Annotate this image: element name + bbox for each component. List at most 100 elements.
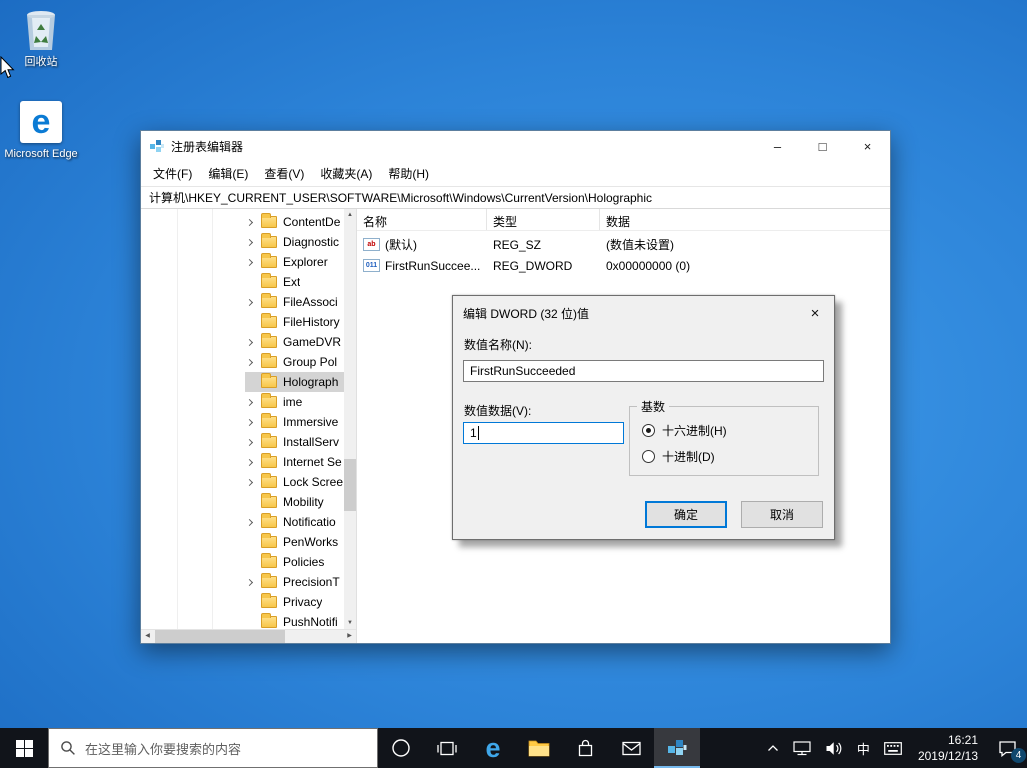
tree-item-ext[interactable]: Ext: [141, 272, 344, 292]
tree-item-label: InstallServ: [283, 435, 340, 449]
chevron-right-icon[interactable]: [245, 218, 254, 226]
action-center-button[interactable]: 4: [987, 728, 1027, 768]
input-language-indicator[interactable]: 中: [850, 728, 877, 768]
tree-item-fileassociations[interactable]: FileAssoci: [141, 292, 344, 312]
minimize-button[interactable]: –: [755, 131, 800, 161]
vertical-scrollbar-thumb[interactable]: [344, 459, 356, 511]
desktop-icon-edge[interactable]: e Microsoft Edge: [2, 100, 80, 161]
menu-file[interactable]: 文件(F): [145, 165, 200, 182]
task-view-icon: [437, 741, 457, 755]
registry-value-row[interactable]: 011 FirstRunSuccee... REG_DWORD 0x000000…: [357, 255, 890, 276]
column-header-name[interactable]: 名称: [357, 209, 487, 230]
menu-favorites[interactable]: 收藏夹(A): [312, 165, 380, 182]
tree-item-installservice[interactable]: InstallServ: [141, 432, 344, 452]
tree-item-ime[interactable]: ime: [141, 392, 344, 412]
tree-item-mobility[interactable]: Mobility: [141, 492, 344, 512]
ok-button[interactable]: 确定: [645, 501, 727, 528]
tree-item-filehistory[interactable]: FileHistory: [141, 312, 344, 332]
chevron-right-icon[interactable]: [245, 298, 254, 306]
column-header-type[interactable]: 类型: [487, 209, 600, 230]
tree-item-precisiontouchpad[interactable]: PrecisionT: [141, 572, 344, 592]
tree-item-immersiveshell[interactable]: Immersive: [141, 412, 344, 432]
tree-item-notifications[interactable]: Notificatio: [141, 512, 344, 532]
chevron-right-icon[interactable]: [245, 398, 254, 406]
scroll-right-arrow[interactable]: ▶: [343, 630, 356, 643]
tree-item-explorer[interactable]: Explorer: [141, 252, 344, 272]
file-explorer-taskbar-button[interactable]: [516, 728, 562, 768]
regedit-taskbar-button[interactable]: [654, 728, 700, 768]
radio-hex[interactable]: 十六进制(H): [630, 415, 818, 441]
tree-item-label: Holograph: [283, 375, 339, 389]
scroll-up-arrow[interactable]: ▲: [344, 209, 356, 221]
tray-overflow-button[interactable]: [760, 728, 786, 768]
tree-item-grouppolicy[interactable]: Group Pol: [141, 352, 344, 372]
chevron-right-icon[interactable]: [245, 258, 254, 266]
chevron-right-icon[interactable]: [245, 578, 254, 586]
touch-keyboard-button[interactable]: [877, 728, 909, 768]
scroll-down-arrow[interactable]: ▼: [344, 617, 356, 629]
tree-item-internetsettings[interactable]: Internet Se: [141, 452, 344, 472]
chevron-right-icon[interactable]: [245, 358, 254, 366]
dialog-buttons: 确定 取消: [645, 501, 823, 528]
chevron-right-icon[interactable]: [245, 438, 254, 446]
title-bar[interactable]: 注册表编辑器 – □ ×: [141, 131, 890, 161]
tree-item-lockscreen[interactable]: Lock Scree: [141, 472, 344, 492]
chevron-right-icon[interactable]: [245, 458, 254, 466]
dialog-close-button[interactable]: ×: [796, 296, 834, 330]
close-button[interactable]: ×: [845, 131, 890, 161]
dialog-body: 数值名称(N): FirstRunSucceeded 数值数据(V): 1 基数…: [453, 330, 834, 541]
tree-item-penworkspace[interactable]: PenWorks: [141, 532, 344, 552]
store-icon: [578, 739, 592, 756]
maximize-button[interactable]: □: [800, 131, 845, 161]
start-button[interactable]: [0, 728, 48, 768]
tree-item-contentdelivery[interactable]: ContentDe: [141, 212, 344, 232]
volume-button[interactable]: [818, 728, 850, 768]
regedit-app-icon: [149, 138, 165, 154]
taskbar-clock[interactable]: 16:21 2019/12/13: [909, 728, 987, 768]
mail-taskbar-button[interactable]: [608, 728, 654, 768]
chevron-right-icon[interactable]: [245, 518, 254, 526]
radio-button-icon[interactable]: [642, 450, 655, 463]
column-header-data[interactable]: 数据: [600, 209, 890, 230]
edge-taskbar-button[interactable]: e: [470, 728, 516, 768]
menu-edit[interactable]: 编辑(E): [200, 165, 256, 182]
store-taskbar-button[interactable]: [562, 728, 608, 768]
tree-item-policies[interactable]: Policies: [141, 552, 344, 572]
window-title: 注册表编辑器: [171, 139, 244, 154]
radio-dec[interactable]: 十进制(D): [630, 441, 818, 467]
scroll-left-arrow[interactable]: ◀: [141, 630, 154, 643]
recycle-bin-icon: [18, 8, 64, 52]
address-bar[interactable]: 计算机\HKEY_CURRENT_USER\SOFTWARE\Microsoft…: [141, 186, 890, 209]
cortana-button[interactable]: [378, 728, 424, 768]
tree-item-label: FileAssoci: [283, 295, 338, 309]
chevron-right-icon[interactable]: [245, 338, 254, 346]
tree-item-gamedvr[interactable]: GameDVR: [141, 332, 344, 352]
tree-item-label: Lock Scree: [283, 475, 344, 489]
menu-help[interactable]: 帮助(H): [380, 165, 437, 182]
chevron-right-icon[interactable]: [245, 478, 254, 486]
tree-item-label: Explorer: [283, 255, 328, 269]
chevron-right-icon[interactable]: [245, 238, 254, 246]
value-name-input[interactable]: FirstRunSucceeded: [463, 360, 824, 382]
dialog-title-bar[interactable]: 编辑 DWORD (32 位)值 ×: [453, 296, 834, 330]
taskbar-search-input[interactable]: 在这里输入你要搜索的内容: [48, 728, 378, 768]
mail-icon: [621, 741, 641, 755]
tree-vertical-scrollbar[interactable]: ▲ ▼: [344, 209, 356, 629]
tree-horizontal-scrollbar[interactable]: ◀ ▶: [141, 629, 356, 643]
tree-item-privacy[interactable]: Privacy: [141, 592, 344, 612]
menu-view[interactable]: 查看(V): [256, 165, 312, 182]
cancel-button[interactable]: 取消: [741, 501, 823, 528]
tree-item-holographic[interactable]: Holograph: [141, 372, 344, 392]
chevron-right-icon[interactable]: [245, 418, 254, 426]
folder-icon: [261, 533, 277, 548]
value-data-input[interactable]: 1: [463, 422, 624, 444]
tree-item-diagnostics[interactable]: Diagnostic: [141, 232, 344, 252]
task-view-button[interactable]: [424, 728, 470, 768]
network-status-button[interactable]: [786, 728, 818, 768]
registry-value-row[interactable]: ab (默认) REG_SZ (数值未设置): [357, 234, 890, 255]
radio-button-icon[interactable]: [642, 424, 655, 437]
horizontal-scrollbar-thumb[interactable]: [155, 630, 285, 643]
value-data-text: 1: [470, 426, 477, 440]
